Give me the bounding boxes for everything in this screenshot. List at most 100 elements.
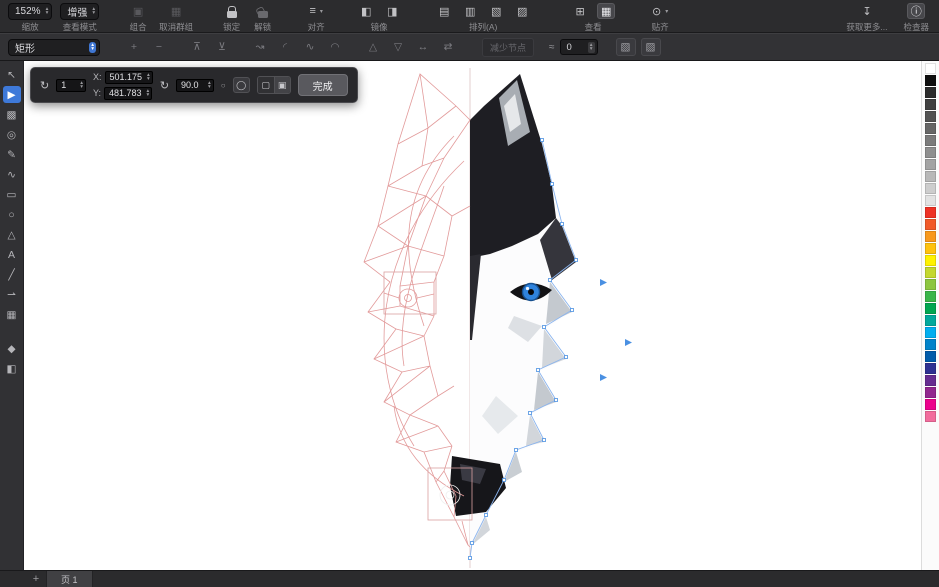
color-swatch[interactable]: [925, 375, 936, 386]
color-swatch[interactable]: [925, 327, 936, 338]
color-swatch[interactable]: [925, 111, 936, 122]
zoom-tool[interactable]: ◎: [3, 126, 21, 143]
color-swatch[interactable]: [925, 135, 936, 146]
ungroup-icon[interactable]: ▦: [167, 3, 185, 19]
view-detail-icon[interactable]: ▦: [597, 3, 615, 19]
break-curve-button[interactable]: ⊻: [212, 38, 232, 56]
control-handle-arrows[interactable]: [600, 279, 632, 381]
color-swatch[interactable]: [925, 99, 936, 110]
color-swatch[interactable]: [925, 183, 936, 194]
y-input[interactable]: 481.783 ▴▾: [104, 87, 152, 100]
color-swatch[interactable]: [925, 171, 936, 182]
view-grid-icon[interactable]: ⊞: [571, 3, 589, 19]
arrange-front-icon[interactable]: ▤: [435, 3, 453, 19]
color-swatch[interactable]: [925, 291, 936, 302]
mirror-label: 镜像: [371, 21, 388, 33]
text-tool[interactable]: A: [3, 246, 21, 263]
inspector-group: ⓘ 检查器: [903, 3, 929, 33]
color-swatch[interactable]: [925, 339, 936, 350]
color-swatch[interactable]: [925, 123, 936, 134]
bezier-tool[interactable]: ∿: [3, 166, 21, 183]
to-curve-button[interactable]: ◜: [275, 38, 295, 56]
color-swatch[interactable]: [925, 231, 936, 242]
wolf-artwork[interactable]: [300, 68, 640, 568]
rotation-center-icon[interactable]: ○: [221, 81, 226, 90]
shape-edit-tool[interactable]: ▶: [3, 86, 21, 103]
add-node-button[interactable]: +: [124, 38, 144, 56]
mirror-vertical-icon[interactable]: ◨: [383, 3, 401, 19]
mesh-fill-tool[interactable]: ▦: [3, 306, 21, 323]
fill-tool[interactable]: ◧: [3, 360, 21, 377]
eyedropper-tool[interactable]: ◆: [3, 340, 21, 357]
snap-button[interactable]: ⊙ ▾: [651, 3, 669, 19]
add-page-button[interactable]: +: [26, 571, 46, 587]
color-swatch[interactable]: [925, 387, 936, 398]
color-swatch[interactable]: [925, 315, 936, 326]
done-button[interactable]: 完成: [298, 74, 348, 96]
arrange-backward-icon[interactable]: ▨: [513, 3, 531, 19]
line-tool[interactable]: ╱: [3, 266, 21, 283]
color-swatch[interactable]: [925, 363, 936, 374]
reduce-nodes-button[interactable]: 减少节点: [482, 38, 534, 57]
crop-tool[interactable]: ▩: [3, 106, 21, 123]
smooth-node-button[interactable]: ◠: [325, 38, 345, 56]
view-mode-select[interactable]: 增强 ▴▾: [60, 3, 99, 20]
color-swatch[interactable]: [925, 159, 936, 170]
join-nodes-button[interactable]: ⊼: [187, 38, 207, 56]
color-swatch[interactable]: [925, 63, 936, 74]
arrange-back-icon[interactable]: ▥: [461, 3, 479, 19]
connector-tool[interactable]: ⇀: [3, 286, 21, 303]
pick-tool[interactable]: ↖: [3, 66, 21, 83]
page-tab-1[interactable]: 页 1: [46, 571, 93, 587]
smoothness-input[interactable]: 0 ▴▾: [560, 39, 598, 55]
color-swatch[interactable]: [925, 255, 936, 266]
lock-icon[interactable]: [227, 11, 237, 18]
color-swatch[interactable]: [925, 351, 936, 362]
color-swatch[interactable]: [925, 195, 936, 206]
chevron-down-icon: ▾: [665, 8, 668, 15]
elastic-mode-toggle[interactable]: ▧: [616, 38, 636, 56]
ellipse-tool[interactable]: ○: [3, 206, 21, 223]
mirror-horizontal-icon[interactable]: ◧: [357, 3, 375, 19]
symmetric-node-button[interactable]: △: [363, 38, 383, 56]
color-swatch[interactable]: [925, 303, 936, 314]
reverse-direction-button[interactable]: ▽: [388, 38, 408, 56]
cusp-node-button[interactable]: ∿: [300, 38, 320, 56]
freehand-tool[interactable]: ✎: [3, 146, 21, 163]
to-line-button[interactable]: ↝: [250, 38, 270, 56]
color-swatch[interactable]: [925, 279, 936, 290]
color-swatch[interactable]: [925, 147, 936, 158]
color-swatch[interactable]: [925, 219, 936, 230]
color-swatch[interactable]: [925, 243, 936, 254]
wolf-render[interactable]: [450, 74, 576, 547]
zoom-select[interactable]: 152% ▴▾: [8, 3, 52, 20]
view-mode-value: 增强: [67, 4, 87, 19]
color-swatch[interactable]: [925, 399, 936, 410]
align-button[interactable]: ≡ ▾: [307, 3, 325, 19]
combine-icon[interactable]: ▣: [129, 3, 147, 19]
copies-input[interactable]: 1 ▴▾: [56, 79, 86, 92]
polygon-tool[interactable]: △: [3, 226, 21, 243]
color-swatch[interactable]: [925, 75, 936, 86]
shape-type-select[interactable]: 矩形 ▴▾: [8, 39, 100, 56]
inspector-icon[interactable]: ⓘ: [907, 3, 925, 19]
angle-input[interactable]: 90.0 ▴▾: [176, 79, 214, 92]
color-swatch[interactable]: [925, 87, 936, 98]
ellipse-mode-button[interactable]: ◯: [233, 77, 250, 93]
color-swatch[interactable]: [925, 207, 936, 218]
canvas[interactable]: ↻ 1 ▴▾ X: 501.175 ▴▾ Y: 481.783 ▴▾: [24, 61, 921, 570]
arrange-forward-icon[interactable]: ▧: [487, 3, 505, 19]
node-mode-b-button[interactable]: ▣: [274, 77, 290, 93]
rotate-nodes-button[interactable]: ⇄: [438, 38, 458, 56]
select-all-nodes-toggle[interactable]: ▨: [641, 38, 661, 56]
rectangle-tool[interactable]: ▭: [3, 186, 21, 203]
unlock-icon[interactable]: [258, 11, 268, 18]
stretch-nodes-button[interactable]: ↔: [413, 38, 433, 56]
x-input[interactable]: 501.175 ▴▾: [105, 71, 153, 84]
color-swatch[interactable]: [925, 267, 936, 278]
get-more-icon[interactable]: ↧: [858, 3, 876, 19]
node-mode-a-button[interactable]: ▢: [258, 77, 274, 93]
align-group: ≡ ▾ 对齐: [307, 3, 325, 33]
delete-node-button[interactable]: −: [149, 38, 169, 56]
color-swatch[interactable]: [925, 411, 936, 422]
